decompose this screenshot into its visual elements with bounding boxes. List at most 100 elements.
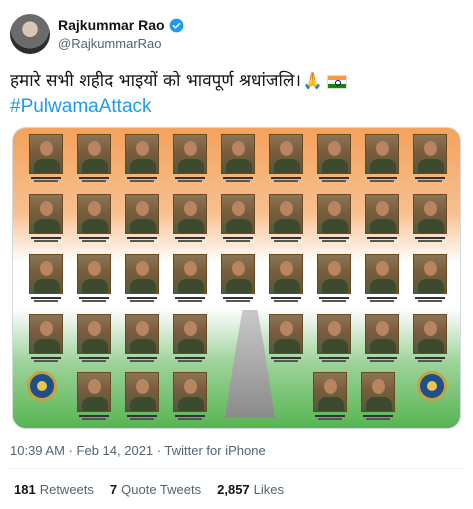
martyr-portrait bbox=[173, 194, 207, 234]
martyr-portrait bbox=[125, 372, 159, 412]
martyr-portrait bbox=[29, 314, 63, 354]
martyr-portrait bbox=[317, 194, 351, 234]
author-handle[interactable]: @RajkummarRao bbox=[58, 36, 162, 51]
tweet-text: हमारे सभी शहीद भाइयों को भावपूर्ण श्रधां… bbox=[10, 68, 450, 120]
portrait-caption bbox=[123, 176, 161, 183]
portrait-caption bbox=[411, 236, 449, 243]
martyr-portrait bbox=[173, 254, 207, 294]
martyr-portrait bbox=[269, 134, 303, 174]
martyr-portrait bbox=[413, 134, 447, 174]
portrait-caption bbox=[123, 356, 161, 363]
tweet-stats: 181 Retweets 7 Quote Tweets 2,857 Likes bbox=[14, 482, 284, 497]
author-name-row: Rajkummar Rao bbox=[58, 17, 184, 33]
portrait-caption bbox=[411, 296, 449, 303]
portrait-caption bbox=[411, 356, 449, 363]
tweet-image[interactable] bbox=[12, 127, 461, 429]
martyr-portrait bbox=[365, 314, 399, 354]
retweets-stat[interactable]: 181 Retweets bbox=[14, 482, 94, 497]
portrait-caption bbox=[75, 236, 113, 243]
martyr-portrait bbox=[173, 314, 207, 354]
tweet-meta: 10:39 AM · Feb 14, 2021 · Twitter for iP… bbox=[10, 443, 266, 458]
folded-hands-emoji: 🙏 bbox=[302, 71, 323, 90]
portrait-caption bbox=[219, 176, 257, 183]
portrait-caption bbox=[411, 176, 449, 183]
portrait-caption bbox=[171, 176, 209, 183]
martyr-portrait bbox=[365, 194, 399, 234]
portrait-caption bbox=[219, 236, 257, 243]
portrait-caption bbox=[27, 236, 65, 243]
portrait-caption bbox=[171, 296, 209, 303]
portrait-caption bbox=[267, 176, 305, 183]
author-name[interactable]: Rajkummar Rao bbox=[58, 17, 165, 33]
likes-stat[interactable]: 2,857 Likes bbox=[217, 482, 284, 497]
martyr-portrait bbox=[317, 314, 351, 354]
portrait-caption bbox=[315, 176, 353, 183]
martyr-portrait bbox=[317, 134, 351, 174]
martyr-portrait bbox=[269, 314, 303, 354]
martyr-portrait bbox=[125, 254, 159, 294]
tweet-date[interactable]: Feb 14, 2021 bbox=[77, 443, 154, 458]
crpf-emblem-icon bbox=[27, 371, 57, 401]
likes-count: 2,857 bbox=[217, 482, 250, 497]
martyr-portrait bbox=[29, 134, 63, 174]
martyr-portrait bbox=[77, 372, 111, 412]
martyr-portrait bbox=[413, 194, 447, 234]
portrait-caption bbox=[219, 296, 257, 303]
martyr-portrait bbox=[269, 194, 303, 234]
martyr-portrait bbox=[77, 314, 111, 354]
martyr-portrait bbox=[365, 134, 399, 174]
portrait-caption bbox=[123, 414, 161, 421]
martyr-portrait bbox=[413, 254, 447, 294]
martyr-portrait bbox=[77, 254, 111, 294]
portrait-caption bbox=[171, 414, 209, 421]
portrait-caption bbox=[359, 414, 397, 421]
martyr-portrait bbox=[125, 134, 159, 174]
portrait-caption bbox=[315, 356, 353, 363]
martyr-portrait bbox=[77, 194, 111, 234]
portrait-caption bbox=[315, 296, 353, 303]
martyr-portrait bbox=[221, 194, 255, 234]
portrait-caption bbox=[27, 176, 65, 183]
portrait-caption bbox=[363, 296, 401, 303]
portrait-caption bbox=[75, 176, 113, 183]
meta-separator: · bbox=[156, 443, 162, 458]
portrait-caption bbox=[267, 236, 305, 243]
portrait-caption bbox=[267, 296, 305, 303]
martyr-portrait bbox=[125, 314, 159, 354]
quote-tweets-stat[interactable]: 7 Quote Tweets bbox=[110, 482, 201, 497]
martyr-portrait bbox=[221, 254, 255, 294]
martyr-portrait bbox=[173, 372, 207, 412]
retweets-count: 181 bbox=[14, 482, 36, 497]
martyr-portrait bbox=[125, 194, 159, 234]
martyr-portrait bbox=[317, 254, 351, 294]
portrait-caption bbox=[75, 356, 113, 363]
portrait-caption bbox=[27, 356, 65, 363]
likes-label: Likes bbox=[253, 482, 285, 497]
india-flag-icon bbox=[326, 75, 347, 89]
martyr-portrait bbox=[29, 254, 63, 294]
martyr-portrait bbox=[29, 194, 63, 234]
tweet-time[interactable]: 10:39 AM bbox=[10, 443, 65, 458]
martyr-portrait bbox=[221, 134, 255, 174]
portrait-caption bbox=[75, 296, 113, 303]
portrait-caption bbox=[267, 356, 305, 363]
hashtag-link[interactable]: #PulwamaAttack bbox=[10, 94, 450, 120]
quote-tweets-count: 7 bbox=[109, 482, 118, 497]
verified-badge-icon bbox=[169, 18, 183, 32]
retweets-label: Retweets bbox=[39, 482, 94, 497]
divider bbox=[10, 468, 463, 469]
martyr-portrait bbox=[365, 254, 399, 294]
avatar[interactable] bbox=[10, 14, 50, 54]
tweet-source[interactable]: Twitter for iPhone bbox=[165, 443, 266, 458]
portrait-caption bbox=[27, 296, 65, 303]
tweet-body: हमारे सभी शहीद भाइयों को भावपूर्ण श्रधां… bbox=[10, 71, 301, 91]
martyr-portrait bbox=[77, 134, 111, 174]
tweet-text-line: हमारे सभी शहीद भाइयों को भावपूर्ण श्रधां… bbox=[10, 68, 450, 94]
portrait-caption bbox=[363, 176, 401, 183]
portrait-caption bbox=[363, 236, 401, 243]
tweet-header: Rajkummar Rao @RajkummarRao bbox=[10, 14, 463, 58]
martyr-portrait bbox=[413, 314, 447, 354]
quote-tweets-label: Quote Tweets bbox=[121, 482, 202, 497]
martyr-portrait bbox=[173, 134, 207, 174]
portrait-caption bbox=[363, 356, 401, 363]
